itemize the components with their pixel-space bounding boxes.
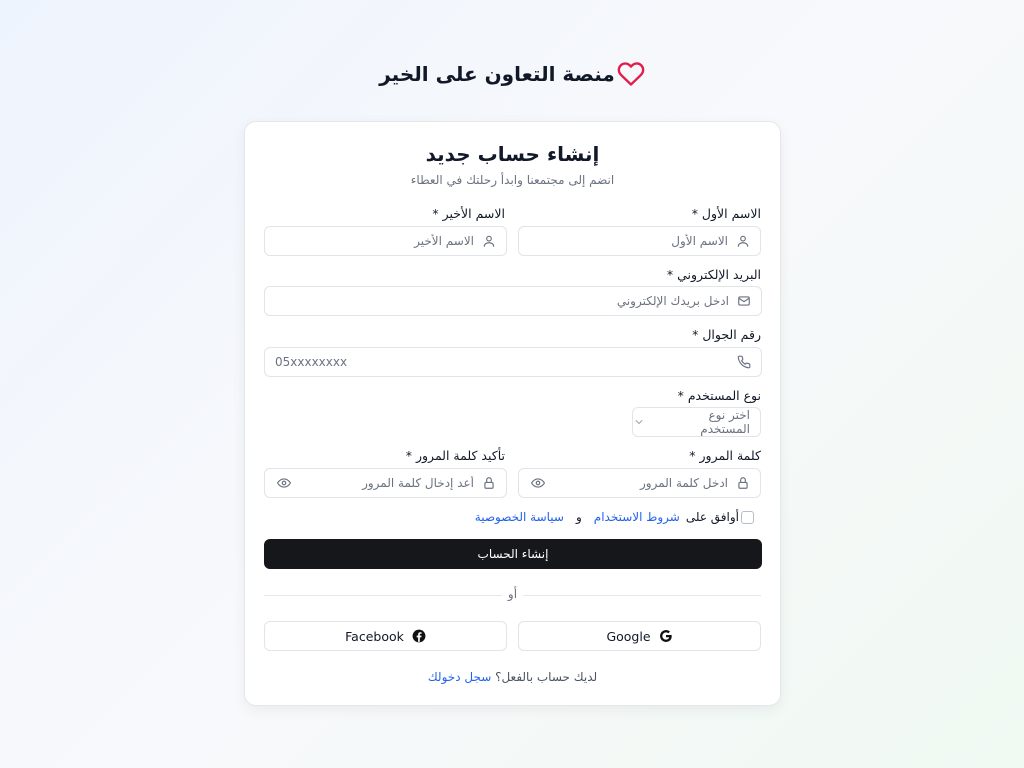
terms-checkbox[interactable]: [741, 510, 754, 524]
confirm-password-label: تأكيد كلمة المرور *: [405, 448, 505, 463]
heart-icon: [617, 62, 645, 86]
signup-card: إنشاء حساب جديد انضم إلى مجتمعنا وابدأ ر…: [244, 121, 781, 706]
brand-title: منصة التعاون على الخير: [379, 62, 615, 86]
brand-header: منصة التعاون على الخير: [0, 60, 1024, 88]
login-prompt: لديك حساب بالفعل؟ سجل دخولك: [245, 670, 780, 684]
phone-input[interactable]: [265, 348, 729, 376]
first-name-field: [518, 226, 761, 256]
confirm-password-field: [264, 468, 507, 498]
confirm-password-input[interactable]: [297, 469, 474, 497]
google-label: Google: [606, 628, 651, 644]
lock-icon: [738, 477, 748, 489]
agree-prefix: أوافق على: [685, 510, 739, 524]
terms-link[interactable]: شروط الاستخدام: [594, 510, 680, 524]
login-question: لديك حساب بالفعل؟: [495, 670, 598, 684]
last-name-label: الاسم الأخير *: [432, 206, 505, 221]
password-input[interactable]: [551, 469, 728, 497]
chevron-down-icon: [635, 420, 643, 425]
password-label: كلمة المرور *: [689, 448, 761, 463]
phone-icon: [737, 355, 751, 369]
google-button[interactable]: Google: [518, 621, 761, 651]
first-name-label: الاسم الأول *: [691, 206, 761, 221]
terms-agreement: أوافق على شروط الاستخدام و سياسة الخصوصي…: [475, 510, 754, 524]
user-icon: [737, 235, 749, 247]
eye-icon[interactable]: [277, 476, 291, 490]
user-type-label: نوع المستخدم *: [677, 388, 761, 403]
phone-field: [264, 347, 762, 377]
email-field: [264, 286, 762, 316]
login-link[interactable]: سجل دخولك: [428, 670, 491, 684]
phone-label: رقم الجوال *: [692, 327, 761, 342]
privacy-link[interactable]: سياسة الخصوصية: [475, 510, 564, 524]
agree-and: و: [576, 510, 582, 524]
facebook-icon: [412, 629, 426, 643]
create-account-button[interactable]: إنشاء الحساب: [264, 539, 762, 569]
password-field: [518, 468, 761, 498]
card-subtitle: انضم إلى مجتمعنا وابدأ رحلتك في العطاء: [410, 173, 615, 187]
google-icon: [659, 630, 672, 642]
user-type-select[interactable]: اختر نوع المستخدم: [632, 407, 761, 437]
email-input[interactable]: [265, 287, 729, 315]
mail-icon: [738, 296, 750, 306]
first-name-input[interactable]: [519, 227, 728, 255]
user-type-selected: اختر نوع المستخدم: [700, 408, 750, 436]
last-name-field: [264, 226, 507, 256]
facebook-label: Facebook: [345, 628, 404, 644]
divider-text: أو: [507, 587, 518, 601]
card-title: إنشاء حساب جديد: [425, 142, 600, 166]
facebook-button[interactable]: Facebook: [264, 621, 507, 651]
lock-icon: [484, 477, 494, 489]
email-label: البريد الإلكتروني *: [666, 267, 761, 282]
eye-icon[interactable]: [531, 476, 545, 490]
last-name-input[interactable]: [265, 227, 474, 255]
user-icon: [483, 235, 495, 247]
